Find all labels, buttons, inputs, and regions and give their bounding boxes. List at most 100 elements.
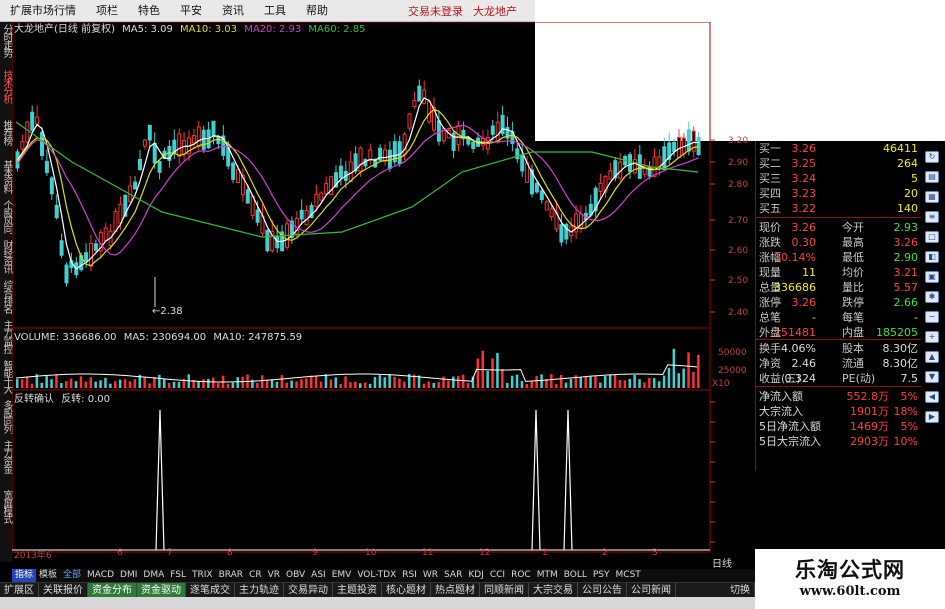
volume-bar [461, 374, 465, 388]
indicator-tab[interactable]: CR [246, 569, 265, 582]
volume-bar [216, 383, 220, 388]
bottom-tab[interactable]: 资金驱动 [137, 582, 186, 598]
bottom-tab[interactable]: 资金分布 [88, 582, 137, 598]
indicator-tab[interactable]: DMA [140, 569, 167, 582]
bottom-tab[interactable]: 同顺新闻 [480, 582, 529, 598]
vtab-technical[interactable]: 技术分析 [0, 70, 12, 102]
indicator-tab[interactable]: VOL-TDX [354, 569, 399, 582]
vtab-main-monitor[interactable]: 主力监控 [0, 320, 12, 352]
indicator-tab[interactable]: BRAR [216, 569, 246, 582]
arrow-down-icon[interactable]: ▼ [925, 371, 939, 383]
arrow-left-icon[interactable]: ◀ [925, 391, 939, 403]
menu-tools[interactable]: 工具 [254, 0, 296, 22]
zoom-out-icon[interactable]: − [925, 311, 939, 323]
bottom-tab[interactable]: 核心题材 [382, 582, 431, 598]
bottom-tab[interactable]: 关联报价 [39, 582, 88, 598]
ma10-line [17, 108, 699, 267]
indicator-tab[interactable]: VR [265, 569, 283, 582]
x-label: 11 [422, 548, 434, 558]
volume-bar [506, 382, 509, 388]
settings-icon[interactable]: ✱ [925, 291, 939, 303]
menu-news[interactable]: 资讯 [212, 0, 254, 22]
bid-label: 买四 [759, 187, 781, 200]
menu-extended-market[interactable]: 扩展市场行情 [0, 0, 86, 22]
vtab-top-ten[interactable]: 智能十大 [0, 360, 12, 392]
menu-pingan[interactable]: 平安 [170, 0, 212, 22]
menu-columns[interactable]: 项栏 [86, 0, 128, 22]
lock-icon[interactable]: ◧ [925, 251, 939, 263]
menu-help[interactable]: 帮助 [296, 0, 338, 22]
flow-label: 5日大宗流入 [759, 435, 821, 448]
indicator-tab[interactable]: MTM [534, 569, 561, 582]
indicator-tab[interactable]: BOLL [561, 569, 590, 582]
volume-bar [290, 380, 293, 388]
bottom-tab[interactable]: 主力轨迹 [235, 582, 284, 598]
bottom-tab[interactable]: 热点题材 [431, 582, 480, 598]
arrow-up-icon[interactable]: ▲ [925, 351, 939, 363]
login-status[interactable]: 交易未登录 [408, 3, 463, 19]
bottom-tab[interactable]: 逐笔成交 [186, 582, 235, 598]
period-label[interactable]: 日线 [712, 555, 732, 570]
volume-bar [280, 375, 284, 388]
refresh-icon[interactable]: ↻ [925, 151, 939, 163]
menu-bar: 扩展市场行情 项栏 特色 平安 资讯 工具 帮助 交易未登录 大龙地产 [0, 0, 535, 22]
vtab-profile[interactable]: 基本资料 [0, 160, 12, 192]
indicator-tab[interactable]: EMV [329, 569, 355, 582]
window-icon[interactable]: □ [925, 231, 939, 243]
bottom-tab[interactable]: 切换 [726, 582, 755, 598]
indicator-tab[interactable]: ROC [508, 569, 534, 582]
volume-bar [305, 378, 308, 388]
tile-icon[interactable]: ▣ [925, 271, 939, 283]
vtab-wide-screen[interactable]: 宽屏模式 [0, 490, 12, 522]
indicator-tab[interactable]: TRIX [189, 569, 216, 582]
indicator-tab[interactable]: 指标 [12, 569, 37, 582]
volume-bar [79, 376, 83, 388]
bottom-tab[interactable]: 交易异动 [284, 582, 333, 598]
indicator-tab[interactable]: DMI [117, 569, 140, 582]
arrow-right-icon[interactable]: ▶ [925, 411, 939, 423]
indicator-tab[interactable]: ASI [308, 569, 329, 582]
candle-body [358, 147, 363, 172]
vtab-intraday[interactable]: 分时走势 [0, 24, 12, 56]
indicator-tab[interactable]: FSL [167, 569, 189, 582]
indicator-tab[interactable]: PSY [590, 569, 613, 582]
indicator-tab[interactable]: CCI [487, 569, 508, 582]
reversal-signal-spike [563, 409, 573, 551]
candle-body [520, 154, 525, 172]
bottom-tab[interactable]: 大宗交易 [529, 582, 578, 598]
indicator-tab[interactable]: MACD [84, 569, 117, 582]
vtab-ranking[interactable]: 综合排名 [0, 280, 12, 312]
bottom-tab[interactable]: 主题投资 [333, 582, 382, 598]
indicator-tab[interactable]: SAR [441, 569, 465, 582]
grid-icon[interactable]: ▦ [925, 191, 939, 203]
fund-label: 换手 [759, 342, 781, 355]
indicator-tab[interactable]: RSI [399, 569, 420, 582]
vtab-main-funds[interactable]: 主力资金 [0, 440, 12, 472]
zoom-in-icon[interactable]: + [925, 331, 939, 343]
indicator-tab[interactable]: MCST [613, 569, 644, 582]
indicator-tab[interactable]: KDJ [465, 569, 487, 582]
bottom-tab[interactable]: 公司公告 [578, 582, 627, 598]
candle-body [191, 135, 196, 144]
fund-label: 股本 [842, 342, 864, 355]
menu-features[interactable]: 特色 [128, 0, 170, 22]
chart-icon[interactable]: ▤ [925, 171, 939, 183]
indicator-tab[interactable]: 全部 [60, 569, 84, 582]
vtab-trend[interactable]: 个股风向 [0, 200, 12, 232]
bid-row: 买四 3.23 20 [756, 186, 921, 201]
stat-value: 2.90 [893, 251, 919, 264]
kline-chart-svg[interactable]: 3.20 2.90 2.80 2.70 2.60 2.50 2.40 [12, 22, 755, 562]
bottom-tab[interactable]: 扩展区 [0, 582, 39, 598]
stat-value: 3.21 [893, 266, 919, 279]
stat-label: 最低 [842, 251, 864, 264]
vtab-multi-stock[interactable]: 多股同列 [0, 400, 12, 432]
indicator-tab[interactable]: OBV [283, 569, 308, 582]
list-icon[interactable]: ≡ [925, 211, 939, 223]
vtab-recommend[interactable]: 推荐榜 [0, 120, 12, 144]
bottom-tab[interactable]: 公司新闻 [627, 582, 676, 598]
indicator-tab[interactable]: 模板 [36, 569, 60, 582]
kline-chart-area[interactable]: 3.20 2.90 2.80 2.70 2.60 2.50 2.40 大龙地产(日线 前复权… [12, 22, 755, 562]
vtab-finance-news[interactable]: 财经资讯 [0, 240, 12, 272]
indicator-tab[interactable]: WR [420, 569, 441, 582]
x-label: 6 [117, 548, 123, 558]
